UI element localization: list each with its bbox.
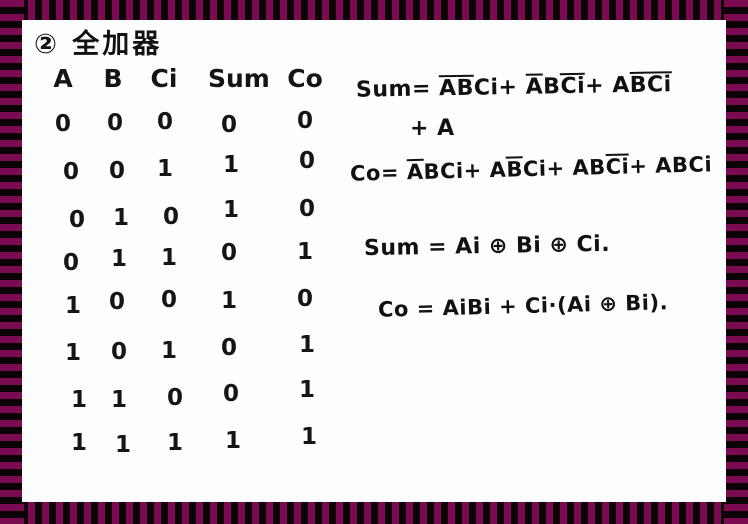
cell-b: 1 (110, 246, 127, 272)
table-row: 0 0 1 1 0 (40, 148, 340, 199)
cell-a: 1 (64, 340, 81, 366)
cell-b: 0 (108, 289, 125, 315)
cell-sum: 1 (220, 288, 237, 314)
equation-sum-sop-eq: = (411, 76, 432, 102)
cell-co: 0 (296, 108, 313, 134)
co-term2-var-ci: Ci (522, 156, 547, 182)
cell-b: 1 (112, 205, 129, 231)
cell-ci: 0 (160, 287, 177, 313)
equation-sum-xor: Sum = Ai ⊕ Bi ⊕ Ci. (363, 231, 611, 262)
cell-a: 1 (70, 430, 87, 456)
cell-sum: 0 (222, 381, 239, 407)
cell-co: 0 (298, 148, 315, 174)
term3-var-b: B (629, 71, 648, 98)
co-term2-var-b: B (506, 156, 524, 182)
cell-ci: 0 (162, 204, 179, 230)
column-header-a: A (53, 64, 73, 93)
cell-a: 1 (64, 293, 81, 319)
cell-b: 0 (108, 158, 125, 184)
table-row: 1 0 1 0 1 (40, 332, 340, 379)
cell-sum: 1 (222, 152, 239, 178)
co-term1-var-b: B (423, 159, 441, 184)
co-term4-var-a: A (654, 153, 673, 178)
term2-var-b: B (542, 74, 561, 100)
column-header-ci: Ci (150, 64, 178, 93)
cell-a: 0 (62, 250, 79, 276)
cell-a: 0 (62, 159, 79, 185)
term3-var-a: A (612, 72, 630, 99)
column-header-co: Co (287, 64, 323, 93)
paper-sheet: ② 全加器 A B Ci Sum Co 0 0 0 0 0 0 0 1 1 0 … (22, 20, 726, 502)
co-term1-var-ci: Ci (439, 158, 465, 184)
cell-co: 1 (300, 424, 317, 450)
cell-b: 0 (106, 109, 124, 137)
cell-a: 1 (70, 387, 87, 413)
table-row: 0 1 0 1 0 (40, 196, 340, 244)
border-right-stripe (724, 0, 748, 524)
cell-sum: 0 (220, 240, 237, 266)
cell-b: 1 (110, 387, 127, 413)
term3-var-ci: Ci (646, 71, 672, 98)
cell-ci: 1 (160, 245, 177, 271)
cell-b: 0 (110, 339, 127, 365)
co-term4-var-ci: Ci (688, 152, 713, 177)
border-bottom-stripe (0, 502, 748, 524)
notebook-page: ② 全加器 A B Ci Sum Co 0 0 0 0 0 0 0 1 1 0 … (0, 0, 748, 524)
cell-sum: 0 (220, 335, 237, 361)
term1-var-a: A (438, 75, 457, 102)
co-term3-var-a: A (572, 155, 590, 180)
page-title: ② 全加器 (34, 29, 163, 60)
table-row: 1 1 1 1 1 (40, 424, 340, 469)
cell-co: 1 (298, 332, 315, 358)
column-header-b: B (103, 64, 123, 93)
cell-ci: 1 (156, 156, 173, 182)
cell-b: 1 (114, 432, 131, 458)
table-header-row: A B Ci Sum Co (40, 64, 340, 109)
cell-sum: 0 (220, 112, 237, 138)
equation-sum-sop: Sum= ABCi+ ABCi+ ABCi (355, 71, 672, 103)
cell-sum: 1 (224, 428, 241, 454)
equation-co-sop: Co= ABCi+ ABCi+ ABCi+ ABCi (349, 152, 713, 186)
cell-co: 0 (298, 196, 315, 222)
table-row: 1 1 0 0 1 (40, 377, 340, 424)
cell-ci: 0 (156, 108, 174, 136)
equation-sum-continuation: + A (410, 116, 455, 141)
co-term4-var-b: B (671, 152, 689, 178)
co-term3-var-b: B (588, 155, 607, 180)
cell-sum: 1 (222, 197, 239, 223)
cell-a: 0 (54, 110, 72, 138)
cell-ci: 1 (160, 338, 177, 364)
border-left-stripe (0, 0, 24, 524)
term2-var-ci: Ci (560, 72, 586, 100)
term1-var-ci: Ci (473, 75, 499, 101)
equation-co-sop-eq: = (380, 160, 400, 185)
equation-co-sop-lhs: Co (349, 160, 382, 186)
term2-var-a: A (525, 73, 544, 100)
border-top-stripe (0, 0, 748, 22)
truth-table: A B Ci Sum Co 0 0 0 0 0 0 0 1 1 0 0 1 0 … (40, 64, 340, 469)
table-row: 1 0 0 1 0 (40, 286, 340, 334)
cell-ci: 1 (166, 430, 183, 456)
equation-sum-sop-lhs: Sum (355, 76, 413, 103)
co-term2-var-a: A (489, 157, 507, 183)
table-row: 0 1 1 0 1 (40, 239, 340, 289)
cell-a: 0 (68, 207, 85, 233)
co-term3-var-ci: Ci (605, 153, 630, 180)
cell-co: 0 (296, 286, 313, 312)
cell-co: 1 (296, 239, 313, 265)
cell-ci: 0 (166, 385, 183, 411)
column-header-sum: Sum (208, 64, 270, 93)
cell-co: 1 (298, 377, 315, 403)
term1-var-b: B (456, 74, 475, 101)
co-term1-var-a: A (406, 158, 424, 185)
equation-co-xor: Co = AiBi + Ci·(Ai ⊕ Bi). (377, 290, 669, 322)
